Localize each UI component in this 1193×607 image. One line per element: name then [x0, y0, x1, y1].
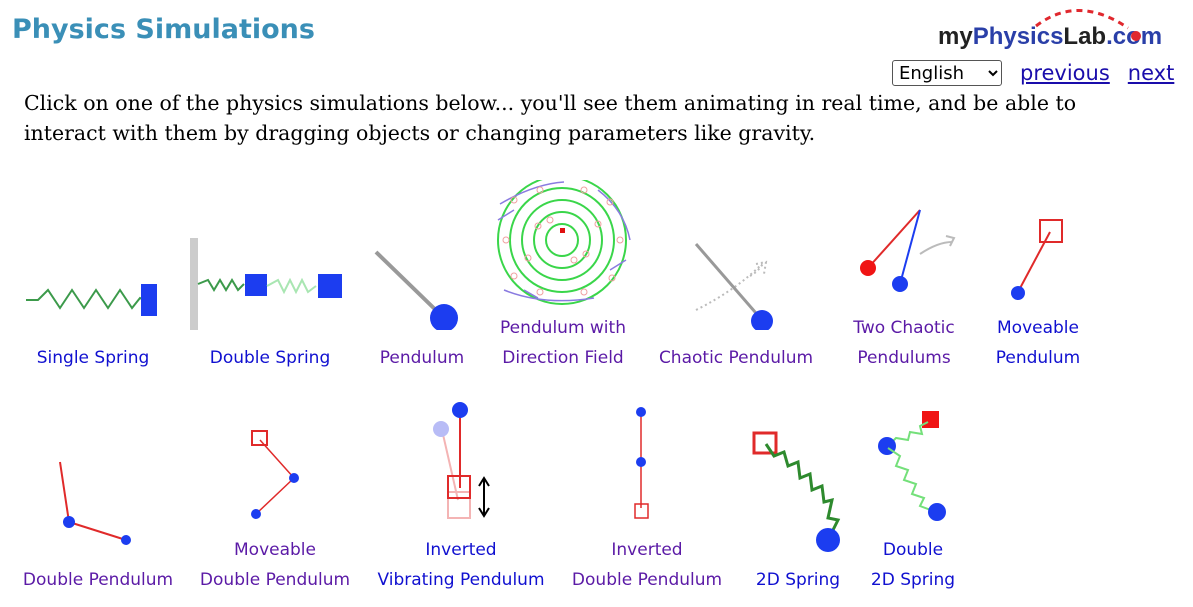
sim-label: Pendulum with [500, 318, 626, 338]
sim-inverted-double-pendulum[interactable]: Inverted Double Pendulum [570, 400, 724, 600]
sim-label: Moveable [234, 540, 316, 560]
sim-moveable-double-pendulum[interactable]: Moveable Double Pendulum [196, 400, 354, 600]
direction-field-thumbnail [497, 180, 631, 305]
sim-inverted-vibrating-pendulum[interactable]: Inverted Vibrating Pendulum [374, 400, 548, 600]
top-navigation: English previous next [892, 60, 1174, 86]
sim-double-pendulum[interactable]: Double Pendulum [18, 400, 178, 600]
sim-label: Double Pendulum [22, 570, 174, 590]
sim-label: Inverted [425, 540, 497, 560]
double-2d-spring-thumbnail [878, 411, 946, 521]
myphysicslab-logo[interactable]: myPhysicsLab.com [938, 2, 1178, 54]
sim-label: Two Chaotic [853, 318, 955, 338]
inverted-vibrating-pendulum-thumbnail [433, 402, 490, 519]
sim-label: Double Spring [209, 348, 331, 368]
sim-chaotic-pendulum[interactable]: Chaotic Pendulum [656, 180, 816, 380]
next-link[interactable]: next [1128, 61, 1175, 85]
sim-label: Chaotic Pendulum [658, 348, 814, 368]
sim-label: Pendulum [379, 348, 465, 368]
sim-label: Moveable [997, 318, 1079, 338]
moveable-pendulum-thumbnail [1011, 219, 1063, 300]
sim-moveable-pendulum[interactable]: Moveable Pendulum [988, 180, 1088, 380]
sim-label: Pendulum [995, 348, 1081, 368]
previous-link[interactable]: previous [1020, 61, 1110, 85]
sim-label: Single Spring [36, 348, 150, 368]
sim-pendulum-direction-field[interactable]: Pendulum with Direction Field [494, 180, 632, 380]
sim-label: 2D Spring [755, 570, 841, 590]
double-pendulum-thumbnail [59, 461, 131, 545]
sim-label: Double [882, 540, 944, 560]
svg-text:myPhysicsLab.com: myPhysicsLab.com [938, 23, 1162, 50]
sim-single-spring[interactable]: Single Spring [20, 180, 166, 380]
chaotic-pendulum-thumbnail [694, 243, 773, 330]
language-select[interactable]: English [892, 60, 1002, 86]
sim-label: Double Pendulum [199, 570, 351, 590]
single-spring-thumbnail [26, 284, 157, 316]
sim-label: Pendulums [857, 348, 951, 368]
two-chaotic-pendulums-thumbnail [860, 209, 956, 292]
sim-2d-spring[interactable]: 2D Spring [748, 400, 848, 600]
2d-spring-thumbnail [752, 431, 841, 552]
sim-pendulum[interactable]: Pendulum [370, 180, 474, 380]
pendulum-thumbnail [374, 250, 458, 330]
sim-label: Vibrating Pendulum [377, 570, 545, 590]
double-spring-thumbnail [190, 238, 342, 330]
page-title: Physics Simulations [12, 14, 315, 45]
sim-label: Inverted [611, 540, 683, 560]
intro-text: Click on one of the physics simulations … [24, 91, 1077, 145]
moveable-double-pendulum-thumbnail [251, 430, 299, 519]
sim-label: Direction Field [502, 348, 624, 368]
sim-label: Double Pendulum [571, 570, 723, 590]
sim-label: 2D Spring [870, 570, 956, 590]
sim-double-2d-spring[interactable]: Double 2D Spring [866, 400, 960, 600]
inverted-double-pendulum-thumbnail [634, 407, 649, 519]
sim-double-spring[interactable]: Double Spring [188, 180, 352, 380]
sim-two-chaotic-pendulums[interactable]: Two Chaotic Pendulums [846, 180, 962, 380]
